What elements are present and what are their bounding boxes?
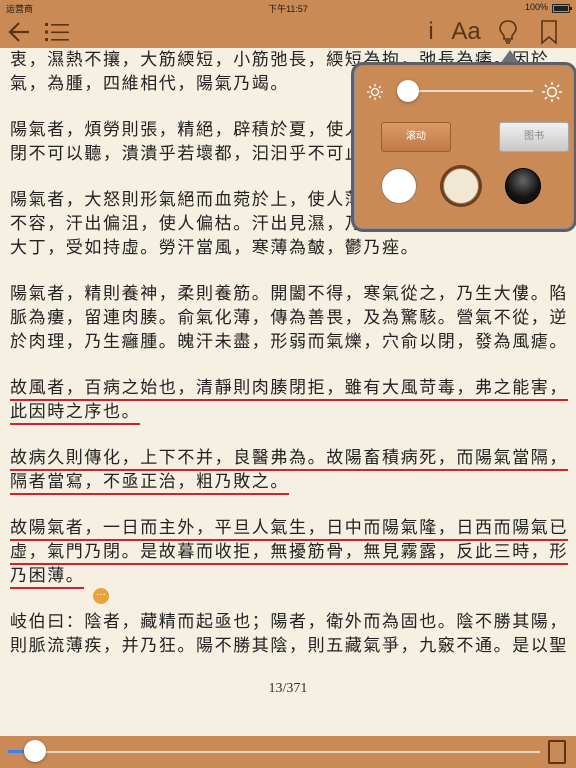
text-line: 此因時之序也。: [10, 400, 566, 425]
text-line: 岐伯曰：陰者，藏精而起亟也；陽者，衛外而為固也。陰不勝其陽，: [10, 610, 566, 634]
note-icon[interactable]: ···: [93, 588, 109, 604]
paragraph: 岐伯曰：陰者，藏精而起亟也；陽者，衛外而為固也。陰不勝其陽， 則脈流薄疾，并乃狂。…: [10, 610, 566, 658]
paragraph: 故病久則傳化，上下不并，良醫弗為。故陽畜積病死，而陽氣當隔， 隔者當寫，不亟正治，…: [10, 446, 568, 495]
popover-arrow: [500, 50, 520, 64]
highlighted-text[interactable]: 虛，氣門乃閉。是故暮而收拒，無擾筋骨，無見霧露，反此三時，形: [10, 542, 568, 565]
text-segment[interactable]: 岐伯曰：陰者，藏精而起亟也；陽者，衛外而為固也。陰不勝其陽，: [10, 612, 568, 632]
book-mode-button[interactable]: 图书: [499, 122, 569, 152]
progress-track[interactable]: [8, 751, 540, 753]
highlighted-text[interactable]: 乃困薄。: [10, 566, 85, 589]
text-segment[interactable]: 大丁，受如持虛。勞汗當風，寒薄為皶，鬱乃痤。: [10, 238, 419, 258]
text-line: 虛，氣門乃閉。是故暮而收拒，無擾筋骨，無見霧露，反此三時，形: [10, 540, 568, 565]
highlighted-text[interactable]: 故風者，百病之始也，清靜則肉腠閉拒，雖有大風苛毒，弗之能害，: [10, 378, 568, 401]
table-of-contents-button[interactable]: [40, 16, 74, 48]
list-icon: [45, 23, 69, 41]
paragraph: 故陽氣者，一日而主外，平旦人氣生，日中而陽氣隆，日西而陽氣已 虛，氣門乃閉。是故暮…: [10, 516, 568, 589]
progress-slider-thumb[interactable]: [24, 740, 46, 762]
text-line: 則脈流薄疾，并乃狂。陽不勝其陰，則五藏氣爭，九竅不通。是以聖: [10, 634, 566, 658]
settings-popover: 滚动 图书: [355, 66, 573, 228]
text-segment[interactable]: 閉不可以聽，潰潰乎若壞都，汩汩乎不可止。: [10, 144, 382, 164]
text-line: 於肉理，乃生癰腫。魄汗未盡，形弱而氣爍，穴俞以閉，發為風瘧。: [10, 330, 566, 354]
night-theme-swatch[interactable]: [505, 168, 541, 204]
brightness-track[interactable]: [399, 90, 533, 92]
highlighted-text[interactable]: 故病久則傳化，上下不并，良醫弗為。故陽畜積病死，而陽氣當隔，: [10, 448, 568, 471]
page-indicator: 13/371: [268, 681, 308, 696]
highlighted-text[interactable]: 隔者當寫，不亟正治，粗乃敗之。: [10, 472, 289, 495]
sun-large-icon: [542, 82, 562, 102]
text-line: 故風者，百病之始也，清靜則肉腠閉拒，雖有大風苛毒，弗之能害，: [10, 376, 568, 401]
page-turn-icon[interactable]: [548, 740, 566, 764]
status-bar: 运营商 下午11:57 100%: [0, 0, 576, 16]
sun-small-icon: [367, 84, 383, 100]
bottom-bar: [0, 736, 576, 768]
info-button[interactable]: i: [420, 16, 442, 48]
paragraph: 故風者，百病之始也，清靜則肉腠閉拒，雖有大風苛毒，弗之能害， 此因時之序也。: [10, 376, 568, 425]
highlighted-text[interactable]: 故陽氣者，一日而主外，平旦人氣生，日中而陽氣隆，日西而陽氣已: [10, 518, 568, 541]
back-button[interactable]: [2, 16, 36, 48]
text-segment[interactable]: 陽氣者，精則養神，柔則養筋。開闔不得，寒氣從之，乃生大僂。陷: [10, 284, 568, 304]
highlighted-text[interactable]: 此因時之序也。: [10, 402, 141, 425]
text-segment[interactable]: 氣，為腫，四維相代，陽氣乃竭。: [10, 74, 289, 94]
paragraph: 陽氣者，精則養神，柔則養筋。開闔不得，寒氣從之，乃生大僂。陷 脈為瘻，留連肉腠。俞…: [10, 282, 566, 354]
reader-toolbar: i Aa: [0, 16, 576, 48]
text-line: 故陽氣者，一日而主外，平旦人氣生，日中而陽氣隆，日西而陽氣已: [10, 516, 568, 541]
sepia-theme-swatch[interactable]: [443, 168, 479, 204]
clock: 下午11:57: [268, 4, 308, 14]
text-segment[interactable]: 則脈流薄疾，并乃狂。陽不勝其陰，則五藏氣爭，九竅不通。是以聖: [10, 636, 568, 656]
brightness-slider-thumb[interactable]: [397, 80, 419, 102]
text-segment[interactable]: 於肉理，乃生癰腫。魄汗未盡，形弱而氣爍，穴俞以閉，發為風瘧。: [10, 332, 568, 352]
text-line: 隔者當寫，不亟正治，粗乃敗之。: [10, 470, 566, 495]
brightness-button[interactable]: [494, 16, 522, 48]
white-theme-swatch[interactable]: [381, 168, 417, 204]
text-line: 脈為瘻，留連肉腠。俞氣化薄，傳為善畏，及為驚駭。營氣不從，逆: [10, 306, 566, 330]
arrow-left-icon: [8, 22, 29, 42]
text-line: 大丁，受如持虛。勞汗當風，寒薄為皶，鬱乃痤。: [10, 236, 566, 260]
bookmark-button[interactable]: [536, 16, 562, 48]
lightbulb-icon: [499, 20, 517, 44]
text-segment[interactable]: 脈為瘻，留連肉腠。俞氣化薄，傳為善畏，及為驚駭。營氣不從，逆: [10, 308, 568, 328]
text-line: 乃困薄。: [10, 564, 566, 589]
scroll-mode-button[interactable]: 滚动: [381, 122, 451, 152]
text-line: 陽氣者，精則養神，柔則養筋。開闔不得，寒氣從之，乃生大僂。陷: [10, 282, 566, 306]
bookmark-icon: [541, 20, 557, 45]
battery-icon: [552, 4, 572, 13]
text-line: 故病久則傳化，上下不并，良醫弗為。故陽畜積病死，而陽氣當隔，: [10, 446, 568, 471]
battery-percent: 100%: [524, 2, 548, 12]
font-settings-button[interactable]: Aa: [448, 16, 484, 48]
